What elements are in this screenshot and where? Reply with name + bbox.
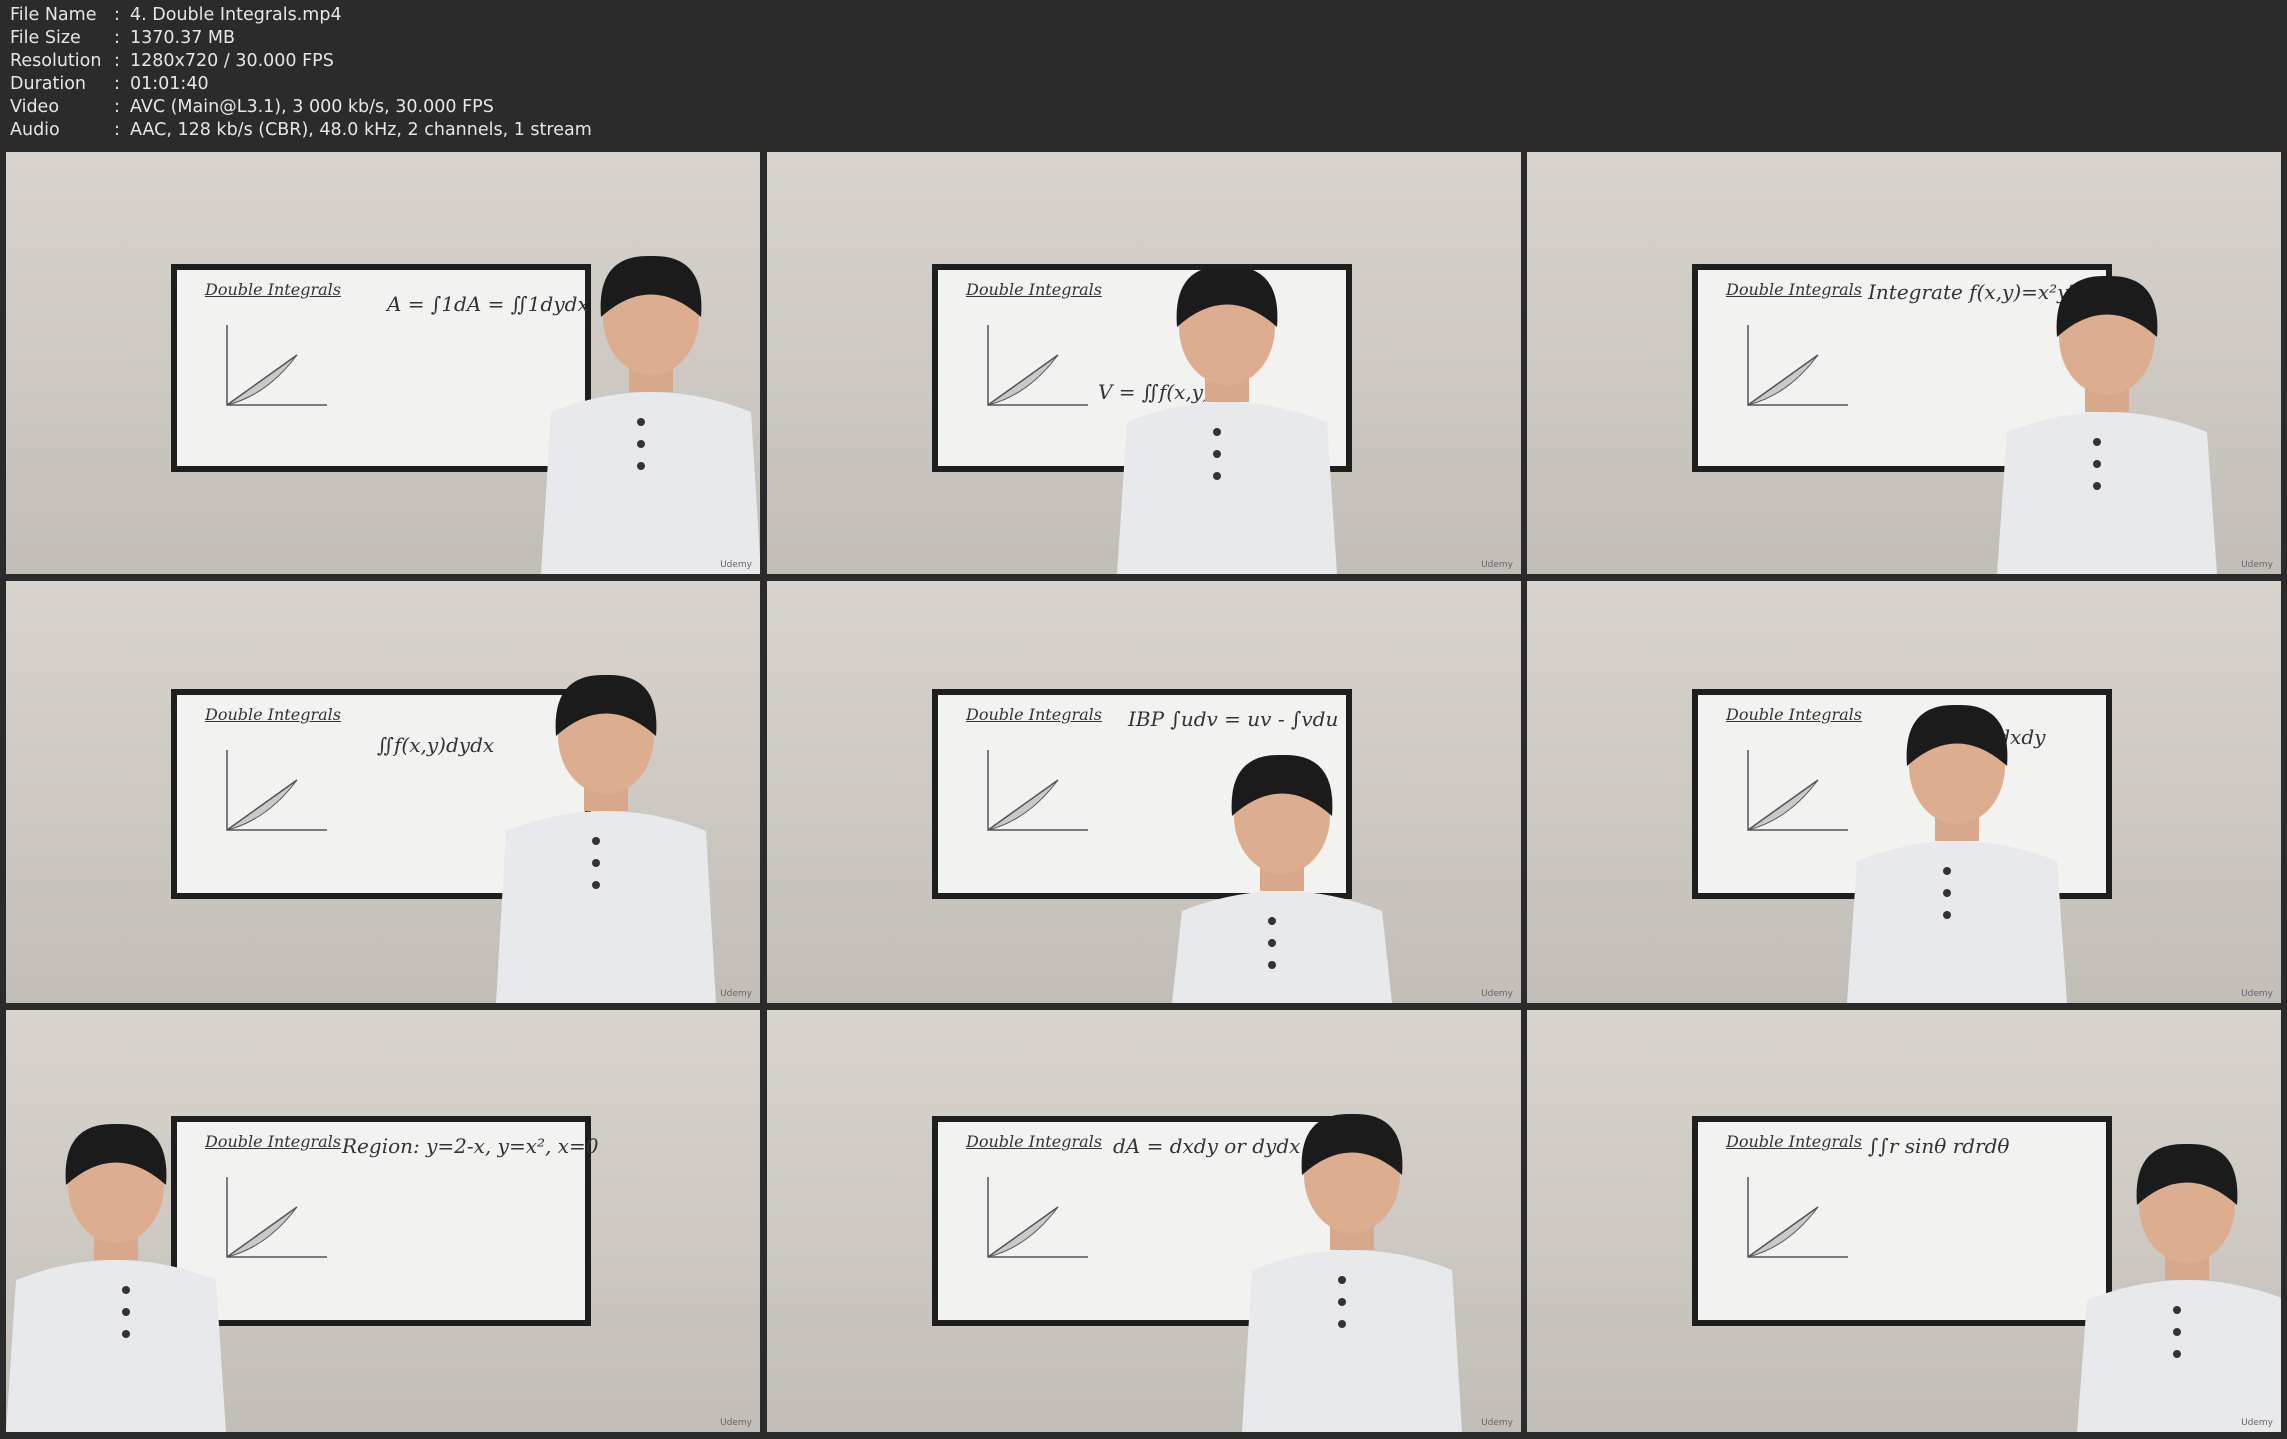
video-thumbnail: Double Integrals= ∫∫eˣ dxdyUdemy — [1527, 581, 2281, 1003]
presenter — [1172, 754, 1392, 1003]
presenter — [1997, 275, 2217, 574]
presenter — [1242, 1113, 1462, 1432]
presenter — [541, 255, 760, 574]
udemy-watermark: Udemy — [2241, 989, 2273, 999]
video-thumbnail: Double Integrals A = ∫1dA = ∬1dydx Udemy — [6, 152, 760, 574]
thumbnail-grid: Double Integrals A = ∫1dA = ∬1dydx Udemy Do… — [0, 0, 2287, 1439]
udemy-watermark: Udemy — [1481, 560, 1513, 570]
video-thumbnail: Double Integrals IBP ∫udv = uv - ∫vdu Udem… — [767, 581, 1521, 1003]
udemy-watermark: Udemy — [720, 1418, 752, 1428]
video-thumbnail: Double Integrals ∬f(x,y)dydx Udemy — [6, 581, 760, 1003]
presenter — [496, 674, 716, 1003]
presenter — [6, 1123, 226, 1432]
video-thumbnail: Double Integrals Region: y=2-x, y=x², x=0… — [6, 1010, 760, 1432]
udemy-watermark: Udemy — [2241, 1418, 2273, 1428]
udemy-watermark: Udemy — [720, 989, 752, 999]
presenter — [1847, 704, 2067, 1003]
udemy-watermark: Udemy — [720, 560, 752, 570]
video-thumbnail: Double Integrals dA = dxdy or dydx Udemy — [767, 1010, 1521, 1432]
udemy-watermark: Udemy — [2241, 560, 2273, 570]
udemy-watermark: Udemy — [1481, 1418, 1513, 1428]
udemy-watermark: Udemy — [1481, 989, 1513, 999]
video-thumbnail: Double Integrals ∫∫r sinθ rdrdθ Udemy — [1527, 1010, 2281, 1432]
presenter — [2077, 1143, 2281, 1432]
video-thumbnail: Double Integrals Integrate f(x,y)=x²y² Ude… — [1527, 152, 2281, 574]
video-thumbnail: Double Integrals V = ∬f(x,y) Udemy — [767, 152, 1521, 574]
presenter — [1117, 265, 1337, 574]
